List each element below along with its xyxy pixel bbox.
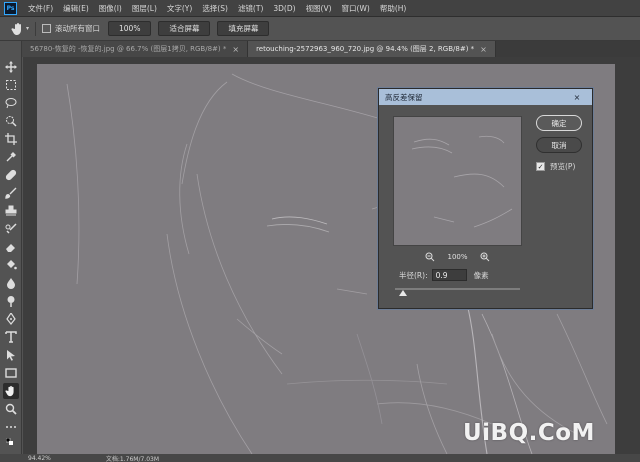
quick-select-icon[interactable] xyxy=(3,113,19,129)
options-bar: ▾ 滚动所有窗口 100% 适合屏幕 填充屏幕 xyxy=(0,17,640,41)
path-select-icon[interactable] xyxy=(3,347,19,363)
menu-view[interactable]: 视图(V) xyxy=(301,3,337,14)
blur-icon[interactable] xyxy=(3,275,19,291)
eyedropper-icon[interactable] xyxy=(3,149,19,165)
menu-file[interactable]: 文件(F) xyxy=(23,3,58,14)
radius-row: 半径(R): 像素 xyxy=(399,268,489,282)
bucket-icon[interactable] xyxy=(3,257,19,273)
menu-filter[interactable]: 滤镜(T) xyxy=(233,3,268,14)
tab-label: retouching-2572963_960_720.jpg @ 94.4% (… xyxy=(256,45,475,53)
fit-screen-button[interactable]: 适合屏幕 xyxy=(158,21,211,36)
menu-bar: Ps 文件(F) 编辑(E) 图像(I) 图层(L) 文字(Y) 选择(S) 滤… xyxy=(0,0,640,17)
rectangle-icon[interactable] xyxy=(3,365,19,381)
menu-select[interactable]: 选择(S) xyxy=(197,3,233,14)
scroll-all-windows-label: 滚动所有窗口 xyxy=(55,24,101,33)
stamp-icon[interactable] xyxy=(3,203,19,219)
preview-checkbox[interactable]: ✓ xyxy=(536,162,545,171)
preset-dropdown-arrow-icon[interactable]: ▾ xyxy=(26,25,29,32)
close-icon[interactable]: × xyxy=(480,45,487,54)
tab-document-1[interactable]: 56780-恢复的 -恢复的.jpg @ 66.7% (图层1拷贝, RGB/8… xyxy=(22,41,249,57)
menu-window[interactable]: 窗口(W) xyxy=(337,3,375,14)
menu-edit[interactable]: 编辑(E) xyxy=(58,3,94,14)
move-icon[interactable] xyxy=(3,59,19,75)
menu-layer[interactable]: 图层(L) xyxy=(127,3,162,14)
more-icon[interactable] xyxy=(3,419,19,435)
radius-unit: 像素 xyxy=(473,270,489,280)
scroll-all-windows-checkbox[interactable] xyxy=(42,24,52,33)
marquee-icon[interactable] xyxy=(3,77,19,93)
photoshop-logo-icon: Ps xyxy=(4,1,17,15)
status-bar: 94.42% 文档:1.76M/7.03M xyxy=(0,454,640,462)
eraser-icon[interactable] xyxy=(3,239,19,255)
dialog-title-bar[interactable]: 高反差保留 xyxy=(379,89,592,105)
hand-icon[interactable] xyxy=(3,383,19,399)
pen-icon[interactable] xyxy=(3,311,19,327)
cancel-button[interactable]: 取消 xyxy=(536,137,582,153)
tab-label: 56780-恢复的 -恢复的.jpg @ 66.7% (图层1拷贝, RGB/8… xyxy=(30,45,227,53)
preview-image-lines xyxy=(411,135,513,228)
zoom-in-icon[interactable] xyxy=(480,252,490,262)
menu-help[interactable]: 帮助(H) xyxy=(375,3,412,14)
swap-colors-icon[interactable] xyxy=(3,437,19,447)
crop-icon[interactable] xyxy=(3,131,19,147)
status-zoom[interactable]: 94.42% xyxy=(28,455,51,462)
options-separator xyxy=(35,21,37,36)
radius-slider-handle[interactable] xyxy=(399,290,407,296)
dialog-title: 高反差保留 xyxy=(385,92,423,102)
menu-3d[interactable]: 3D(D) xyxy=(268,4,300,13)
radius-input[interactable] xyxy=(431,269,467,281)
menu-type[interactable]: 文字(Y) xyxy=(162,3,197,14)
high-pass-dialog: 高反差保留 × 100% 半径(R): 像素 确定 取消 ✓ 预览(P) xyxy=(378,88,593,309)
close-icon[interactable]: × xyxy=(572,92,582,102)
menu-image[interactable]: 图像(I) xyxy=(94,3,127,14)
healing-icon[interactable] xyxy=(3,167,19,183)
radius-slider-track[interactable] xyxy=(395,288,520,290)
zoom-out-icon[interactable] xyxy=(425,252,435,262)
tab-document-2[interactable]: retouching-2572963_960_720.jpg @ 94.4% (… xyxy=(248,41,496,57)
type-icon[interactable] xyxy=(3,329,19,345)
radius-label: 半径(R): xyxy=(399,270,428,280)
fill-screen-button[interactable]: 填充屏幕 xyxy=(217,21,270,36)
close-icon[interactable]: × xyxy=(232,45,239,54)
preview-zoom-controls: 100% xyxy=(393,251,522,263)
zoom-100-button[interactable]: 100% xyxy=(108,21,152,36)
preview-zoom-level: 100% xyxy=(447,253,468,261)
filter-preview[interactable] xyxy=(393,116,522,246)
preview-checkbox-row[interactable]: ✓ 预览(P) xyxy=(536,161,575,172)
site-watermark: UiBQ.CoM xyxy=(463,420,595,446)
status-doc-size: 文档:1.76M/7.03M xyxy=(105,455,160,462)
preview-label: 预览(P) xyxy=(550,162,576,171)
dodge-icon[interactable] xyxy=(3,293,19,309)
zoom-icon[interactable] xyxy=(3,401,19,417)
lasso-icon[interactable] xyxy=(3,95,19,111)
ok-button[interactable]: 确定 xyxy=(536,115,582,131)
hand-tool-preset-icon[interactable] xyxy=(8,19,28,39)
history-brush-icon[interactable] xyxy=(3,221,19,237)
brush-icon[interactable] xyxy=(3,185,19,201)
tools-panel xyxy=(0,41,22,462)
document-tabs: 56780-恢复的 -恢复的.jpg @ 66.7% (图层1拷贝, RGB/8… xyxy=(22,41,640,57)
